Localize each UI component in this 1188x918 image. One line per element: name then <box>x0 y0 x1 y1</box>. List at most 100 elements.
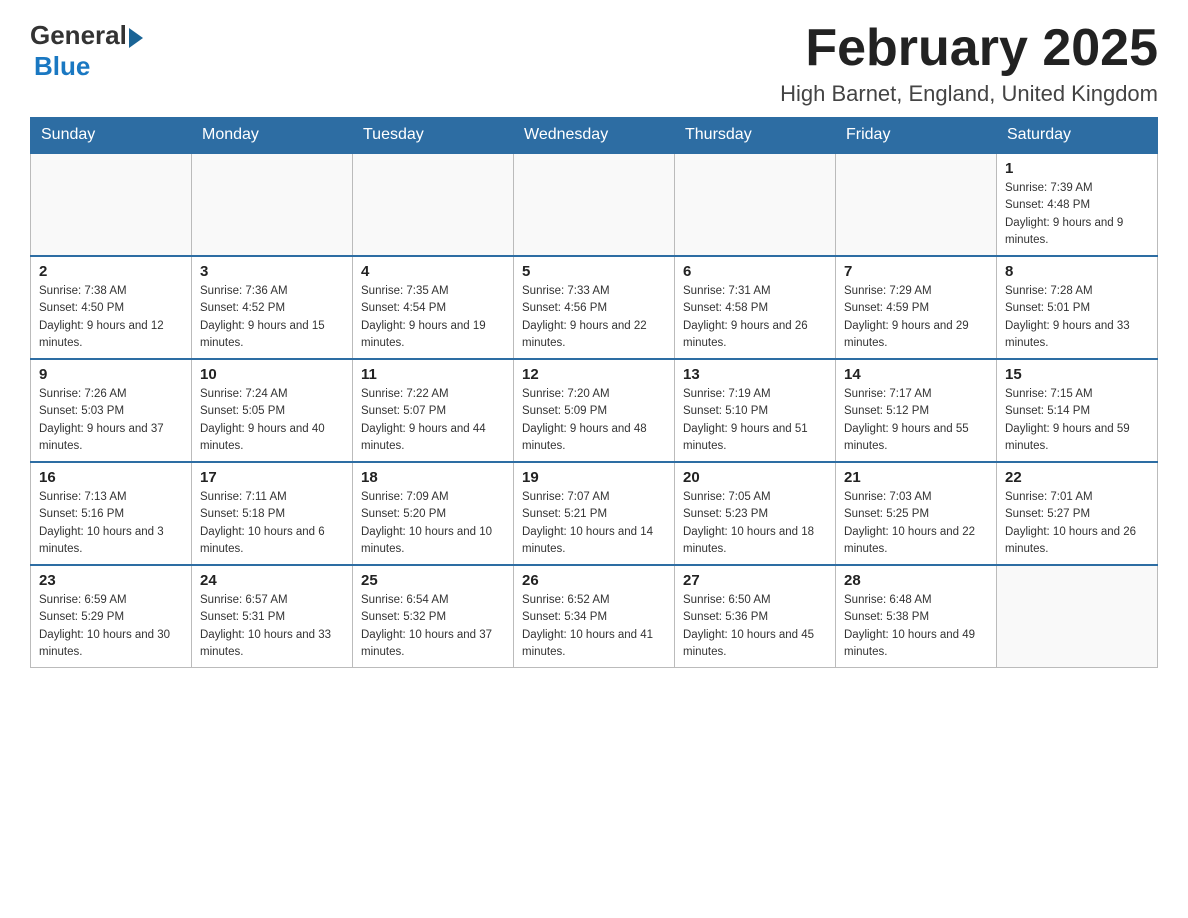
month-title: February 2025 <box>780 20 1158 77</box>
day-of-week-header: Monday <box>192 118 353 154</box>
calendar-cell: 13Sunrise: 7:19 AMSunset: 5:10 PMDayligh… <box>675 359 836 462</box>
day-number: 20 <box>683 469 827 486</box>
day-info: Sunrise: 7:35 AMSunset: 4:54 PMDaylight:… <box>361 283 505 352</box>
calendar-cell: 4 Sunrise: 7:35 AMSunset: 4:54 PMDaylight… <box>353 256 514 359</box>
week-row: 2Sunrise: 7:38 AMSunset: 4:50 PMDaylight… <box>31 256 1158 359</box>
day-number: 17 <box>200 469 344 486</box>
day-info: Sunrise: 7:26 AMSunset: 5:03 PMDaylight:… <box>39 386 183 455</box>
calendar-cell: 27 Sunrise: 6:50 AMSunset: 5:36 PMDayligh… <box>675 565 836 668</box>
calendar-cell: 2Sunrise: 7:38 AMSunset: 4:50 PMDaylight… <box>31 256 192 359</box>
day-number: 28 <box>844 572 988 589</box>
day-info: Sunrise: 7:33 AMSunset: 4:56 PMDaylight:… <box>522 283 666 352</box>
calendar-cell: 5 Sunrise: 7:33 AMSunset: 4:56 PMDaylight… <box>514 256 675 359</box>
day-number: 24 <box>200 572 344 589</box>
calendar-cell: 20 Sunrise: 7:05 AMSunset: 5:23 PMDayligh… <box>675 462 836 565</box>
week-row: 9 Sunrise: 7:26 AMSunset: 5:03 PMDaylight… <box>31 359 1158 462</box>
calendar-cell: 11 Sunrise: 7:22 AMSunset: 5:07 PMDayligh… <box>353 359 514 462</box>
day-number: 6 <box>683 263 827 280</box>
day-number: 18 <box>361 469 505 486</box>
logo: General Blue <box>30 20 143 82</box>
day-info: Sunrise: 7:09 AMSunset: 5:20 PMDaylight:… <box>361 489 505 558</box>
calendar-cell: 18 Sunrise: 7:09 AMSunset: 5:20 PMDayligh… <box>353 462 514 565</box>
day-number: 4 <box>361 263 505 280</box>
title-block: February 2025 High Barnet, England, Unit… <box>780 20 1158 107</box>
calendar-cell: 23 Sunrise: 6:59 AMSunset: 5:29 PMDayligh… <box>31 565 192 668</box>
logo-blue-text: Blue <box>34 51 90 82</box>
day-number: 19 <box>522 469 666 486</box>
day-number: 9 <box>39 366 183 383</box>
calendar-cell: 21Sunrise: 7:03 AMSunset: 5:25 PMDayligh… <box>836 462 997 565</box>
calendar-cell: 16Sunrise: 7:13 AMSunset: 5:16 PMDayligh… <box>31 462 192 565</box>
day-info: Sunrise: 7:39 AMSunset: 4:48 PMDaylight:… <box>1005 180 1149 249</box>
day-info: Sunrise: 6:52 AMSunset: 5:34 PMDaylight:… <box>522 592 666 661</box>
calendar-cell <box>31 153 192 256</box>
day-info: Sunrise: 7:01 AMSunset: 5:27 PMDaylight:… <box>1005 489 1149 558</box>
day-number: 25 <box>361 572 505 589</box>
day-of-week-header: Saturday <box>997 118 1158 154</box>
day-info: Sunrise: 7:31 AMSunset: 4:58 PMDaylight:… <box>683 283 827 352</box>
calendar-cell: 25 Sunrise: 6:54 AMSunset: 5:32 PMDayligh… <box>353 565 514 668</box>
day-info: Sunrise: 6:48 AMSunset: 5:38 PMDaylight:… <box>844 592 988 661</box>
day-of-week-header: Thursday <box>675 118 836 154</box>
week-row: 16Sunrise: 7:13 AMSunset: 5:16 PMDayligh… <box>31 462 1158 565</box>
calendar-cell: 14 Sunrise: 7:17 AMSunset: 5:12 PMDayligh… <box>836 359 997 462</box>
calendar-cell: 22 Sunrise: 7:01 AMSunset: 5:27 PMDayligh… <box>997 462 1158 565</box>
day-info: Sunrise: 7:24 AMSunset: 5:05 PMDaylight:… <box>200 386 344 455</box>
day-number: 1 <box>1005 160 1149 177</box>
location-text: High Barnet, England, United Kingdom <box>780 81 1158 107</box>
day-number: 8 <box>1005 263 1149 280</box>
calendar-cell: 19 Sunrise: 7:07 AMSunset: 5:21 PMDayligh… <box>514 462 675 565</box>
day-info: Sunrise: 7:17 AMSunset: 5:12 PMDaylight:… <box>844 386 988 455</box>
day-number: 26 <box>522 572 666 589</box>
day-info: Sunrise: 7:11 AMSunset: 5:18 PMDaylight:… <box>200 489 344 558</box>
day-number: 5 <box>522 263 666 280</box>
day-info: Sunrise: 6:54 AMSunset: 5:32 PMDaylight:… <box>361 592 505 661</box>
day-info: Sunrise: 7:29 AMSunset: 4:59 PMDaylight:… <box>844 283 988 352</box>
calendar-cell <box>514 153 675 256</box>
calendar-cell: 12Sunrise: 7:20 AMSunset: 5:09 PMDayligh… <box>514 359 675 462</box>
calendar-table: SundayMondayTuesdayWednesdayThursdayFrid… <box>30 117 1158 668</box>
day-info: Sunrise: 7:20 AMSunset: 5:09 PMDaylight:… <box>522 386 666 455</box>
calendar-cell: 7 Sunrise: 7:29 AMSunset: 4:59 PMDaylight… <box>836 256 997 359</box>
calendar-cell: 1 Sunrise: 7:39 AMSunset: 4:48 PMDaylight… <box>997 153 1158 256</box>
day-number: 16 <box>39 469 183 486</box>
calendar-cell: 9 Sunrise: 7:26 AMSunset: 5:03 PMDaylight… <box>31 359 192 462</box>
day-number: 2 <box>39 263 183 280</box>
calendar-cell <box>675 153 836 256</box>
calendar-cell <box>353 153 514 256</box>
day-info: Sunrise: 7:36 AMSunset: 4:52 PMDaylight:… <box>200 283 344 352</box>
day-number: 21 <box>844 469 988 486</box>
day-info: Sunrise: 6:59 AMSunset: 5:29 PMDaylight:… <box>39 592 183 661</box>
day-number: 11 <box>361 366 505 383</box>
day-number: 22 <box>1005 469 1149 486</box>
day-of-week-header: Tuesday <box>353 118 514 154</box>
calendar-cell: 28 Sunrise: 6:48 AMSunset: 5:38 PMDayligh… <box>836 565 997 668</box>
day-info: Sunrise: 6:50 AMSunset: 5:36 PMDaylight:… <box>683 592 827 661</box>
day-info: Sunrise: 7:22 AMSunset: 5:07 PMDaylight:… <box>361 386 505 455</box>
day-info: Sunrise: 7:15 AMSunset: 5:14 PMDaylight:… <box>1005 386 1149 455</box>
logo-general-text: General <box>30 20 127 51</box>
calendar-cell <box>192 153 353 256</box>
calendar-cell: 15 Sunrise: 7:15 AMSunset: 5:14 PMDayligh… <box>997 359 1158 462</box>
calendar-cell: 3Sunrise: 7:36 AMSunset: 4:52 PMDaylight… <box>192 256 353 359</box>
calendar-header-row: SundayMondayTuesdayWednesdayThursdayFrid… <box>31 118 1158 154</box>
day-of-week-header: Sunday <box>31 118 192 154</box>
day-info: Sunrise: 7:05 AMSunset: 5:23 PMDaylight:… <box>683 489 827 558</box>
day-info: Sunrise: 6:57 AMSunset: 5:31 PMDaylight:… <box>200 592 344 661</box>
day-info: Sunrise: 7:19 AMSunset: 5:10 PMDaylight:… <box>683 386 827 455</box>
day-number: 23 <box>39 572 183 589</box>
week-row: 1 Sunrise: 7:39 AMSunset: 4:48 PMDaylight… <box>31 153 1158 256</box>
calendar-cell <box>997 565 1158 668</box>
logo-arrow-icon <box>129 28 143 48</box>
calendar-cell: 26 Sunrise: 6:52 AMSunset: 5:34 PMDayligh… <box>514 565 675 668</box>
calendar-cell: 8 Sunrise: 7:28 AMSunset: 5:01 PMDaylight… <box>997 256 1158 359</box>
day-number: 15 <box>1005 366 1149 383</box>
day-number: 7 <box>844 263 988 280</box>
calendar-cell: 6 Sunrise: 7:31 AMSunset: 4:58 PMDaylight… <box>675 256 836 359</box>
day-info: Sunrise: 7:28 AMSunset: 5:01 PMDaylight:… <box>1005 283 1149 352</box>
calendar-cell: 24 Sunrise: 6:57 AMSunset: 5:31 PMDayligh… <box>192 565 353 668</box>
day-info: Sunrise: 7:07 AMSunset: 5:21 PMDaylight:… <box>522 489 666 558</box>
day-number: 27 <box>683 572 827 589</box>
week-row: 23 Sunrise: 6:59 AMSunset: 5:29 PMDayligh… <box>31 565 1158 668</box>
day-number: 14 <box>844 366 988 383</box>
